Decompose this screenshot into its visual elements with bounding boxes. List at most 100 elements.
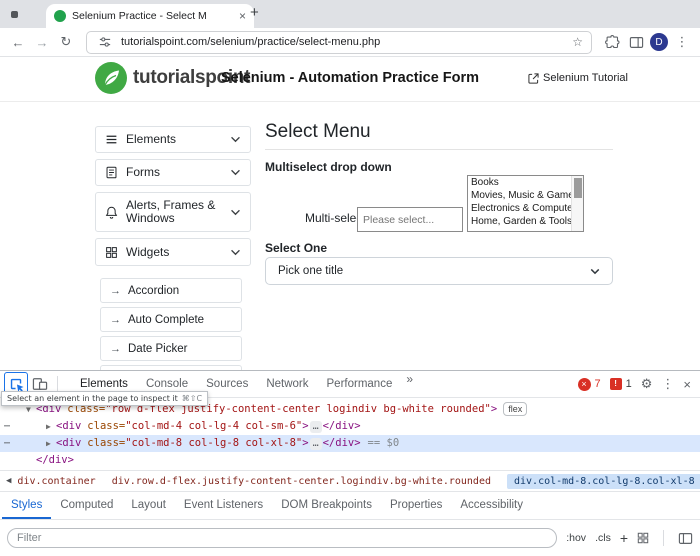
- tab-layout[interactable]: Layout: [122, 492, 175, 519]
- tooltip-shortcut: ⌘⇧C: [182, 394, 202, 403]
- listbox-option[interactable]: Electronics & Computers: [468, 202, 583, 215]
- tab-properties[interactable]: Properties: [381, 492, 451, 519]
- tab-close-icon[interactable]: ×: [239, 9, 246, 23]
- error-icon: ×: [578, 378, 591, 391]
- practice-sidebar: Elements Forms Alerts, Frames & Windows: [95, 126, 251, 371]
- profile-avatar[interactable]: D: [650, 33, 668, 51]
- code-attr-name: class=: [87, 420, 125, 432]
- code-tag-open: <div: [56, 420, 81, 432]
- sidebar-item-label: Accordion: [128, 285, 179, 297]
- address-bar[interactable]: tutorialspoint.com/selenium/practice/sel…: [86, 31, 592, 54]
- tab-dom-breakpoints[interactable]: DOM Breakpoints: [272, 492, 381, 519]
- multiselect-section-label: Multiselect drop down: [265, 160, 392, 174]
- console-errors-badge[interactable]: × 7: [578, 378, 601, 391]
- multi-select-listbox[interactable]: Books Movies, Music & Games Electronics …: [467, 175, 584, 232]
- tab-event-listeners[interactable]: Event Listeners: [175, 492, 272, 519]
- grid-icon: [105, 246, 118, 259]
- new-style-rule-button[interactable]: +: [620, 530, 628, 546]
- heading-divider: [265, 149, 613, 150]
- breadcrumb-scroll-left-icon[interactable]: ◀: [0, 476, 17, 486]
- sidebar-item-accordion[interactable]: → Accordion: [100, 278, 242, 303]
- chevron-down-icon: [590, 268, 600, 275]
- sidebar-section-forms[interactable]: Forms: [95, 159, 251, 186]
- elements-tree: ▼<divclass="row d-flex justify-content-c…: [0, 398, 700, 470]
- tab-network[interactable]: Network: [257, 372, 317, 397]
- breadcrumb-item-selected[interactable]: div.col-md-8.col-lg-8.col-xl-8: [507, 474, 700, 489]
- sidebar-item-auto-complete[interactable]: → Auto Complete: [100, 307, 242, 332]
- selenium-tutorial-link[interactable]: Selenium Tutorial: [528, 72, 628, 84]
- reload-button[interactable]: ↻: [56, 34, 76, 50]
- browser-menu-icon[interactable]: ⋮: [672, 32, 692, 52]
- dom-node-col-4[interactable]: ⋯▶<divclass="col-md-4 col-lg-4 col-sm-6"…: [0, 418, 700, 435]
- devtools-menu-icon[interactable]: ⋮: [661, 376, 674, 392]
- bookmark-star-icon[interactable]: ☆: [572, 35, 583, 49]
- extensions-icon[interactable]: [602, 32, 622, 52]
- node-menu-icon[interactable]: ⋯: [4, 435, 10, 452]
- issues-badge[interactable]: ! 1: [610, 378, 632, 390]
- styles-filter-input[interactable]: [7, 528, 557, 548]
- selected-node-marker: == $0: [368, 437, 400, 449]
- url-text[interactable]: tutorialspoint.com/selenium/practice/sel…: [121, 36, 566, 48]
- breadcrumb-item[interactable]: div.row.d-flex.justify-content-center.lo…: [112, 476, 491, 487]
- dom-node-col-8-selected[interactable]: ⋯▶<divclass="col-md-8 col-lg-8 col-xl-8"…: [0, 435, 700, 452]
- tab-computed[interactable]: Computed: [51, 492, 122, 519]
- devtools-close-icon[interactable]: ×: [683, 377, 691, 392]
- site-info-icon[interactable]: [95, 32, 115, 52]
- code-tag-end: </div>: [323, 437, 361, 449]
- listbox-option[interactable]: Books: [468, 176, 583, 189]
- new-tab-button[interactable]: +: [250, 4, 259, 21]
- web-page: tutorialspoint Selenium - Automation Pra…: [0, 57, 700, 371]
- flex-badge[interactable]: flex: [503, 402, 527, 416]
- window-control-icon[interactable]: [11, 11, 18, 18]
- sidebar-section-alerts-frames-windows[interactable]: Alerts, Frames & Windows: [95, 192, 251, 232]
- sidebar-item-date-picker[interactable]: → Date Picker: [100, 336, 242, 361]
- element-classes-button[interactable]: .cls: [595, 532, 611, 544]
- collapsed-content-icon[interactable]: …: [310, 438, 322, 450]
- expand-closed-icon[interactable]: ▶: [46, 418, 56, 435]
- arrow-right-icon: →: [110, 285, 121, 297]
- dom-node-closing[interactable]: </div>: [0, 452, 700, 469]
- listbox-scrollbar[interactable]: [571, 176, 583, 231]
- section-heading: Select Menu: [265, 121, 371, 143]
- toggle-sidebar-panel-icon[interactable]: [678, 532, 693, 545]
- toggle-element-state-button[interactable]: :hov: [566, 532, 586, 544]
- bell-icon: [105, 206, 118, 219]
- code-tag-end: </div>: [323, 420, 361, 432]
- arrow-right-icon: →: [110, 314, 121, 326]
- scrollbar-thumb[interactable]: [574, 178, 582, 198]
- back-button[interactable]: ←: [8, 35, 28, 50]
- code-attr-name: class=: [87, 437, 125, 449]
- multi-select-input[interactable]: [357, 207, 463, 232]
- filter-bar-divider: [663, 530, 664, 546]
- more-tabs-icon[interactable]: »: [401, 372, 418, 397]
- breadcrumb-item[interactable]: div.container: [17, 476, 95, 487]
- issue-count: 1: [626, 378, 632, 390]
- browser-tab[interactable]: Selenium Practice - Select M ×: [46, 4, 254, 28]
- tab-strip: Selenium Practice - Select M × +: [0, 0, 700, 28]
- select-one-dropdown[interactable]: Pick one title: [265, 257, 613, 285]
- listbox-option[interactable]: Movies, Music & Games: [468, 189, 583, 202]
- forward-button[interactable]: →: [32, 35, 52, 50]
- external-link-icon: [528, 73, 539, 84]
- collapsed-content-icon[interactable]: …: [310, 421, 322, 433]
- tab-styles[interactable]: Styles: [2, 492, 51, 519]
- sidebar-section-elements[interactable]: Elements: [95, 126, 251, 153]
- node-menu-icon[interactable]: ⋯: [4, 418, 10, 435]
- expand-closed-icon[interactable]: ▶: [46, 435, 56, 452]
- tab-favicon-icon: [54, 10, 66, 22]
- listbox-option[interactable]: Home, Garden & Tools: [468, 215, 583, 228]
- settings-gear-icon[interactable]: ⚙: [641, 376, 653, 392]
- grid-options-icon[interactable]: [637, 532, 649, 544]
- tab-performance[interactable]: Performance: [318, 372, 402, 397]
- section-label: Widgets: [126, 246, 222, 259]
- section-label: Forms: [126, 166, 222, 179]
- browser-window: Selenium Practice - Select M × + ← → ↻ t…: [0, 0, 700, 555]
- side-panel-icon[interactable]: [626, 32, 646, 52]
- sidebar-section-widgets[interactable]: Widgets: [95, 238, 251, 266]
- select-one-value: Pick one title: [278, 265, 343, 277]
- tab-accessibility[interactable]: Accessibility: [451, 492, 532, 519]
- chevron-down-icon: [230, 136, 241, 143]
- tooltip-text: Select an element in the page to inspect…: [7, 394, 178, 403]
- error-count: 7: [595, 378, 601, 390]
- code-attr-value: "col-md-8 col-lg-8 col-xl-8": [125, 437, 302, 449]
